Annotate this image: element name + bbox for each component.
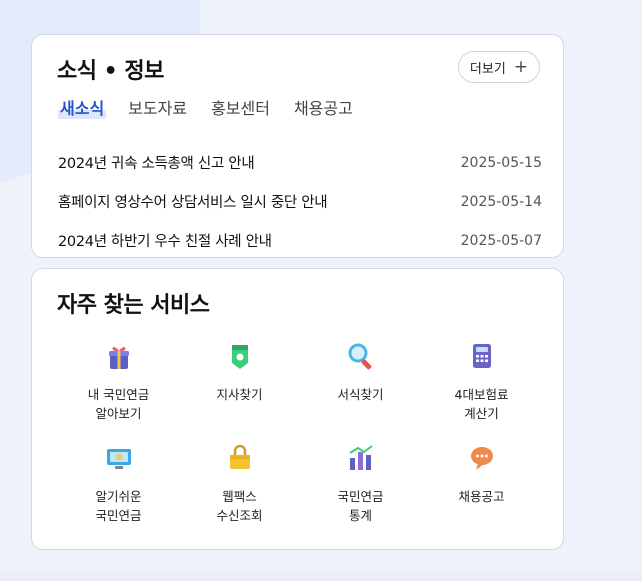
monitor-icon <box>106 449 131 469</box>
news-card-title: 소식 • 정보 <box>57 59 164 84</box>
service-recruitment[interactable]: 채용공고 <box>421 441 542 543</box>
service-label: 알기쉬운 국민연금 <box>95 489 142 523</box>
service-label: 4대보험료 계산기 <box>454 387 509 421</box>
lock-folder-icon <box>229 444 250 469</box>
background-bottom-band <box>0 567 642 581</box>
service-label: 웹팩스 수신조회 <box>216 489 263 523</box>
gift-icon <box>108 347 129 369</box>
news-list-item[interactable]: 2024년 귀속 소득총액 신고 안내 2025-05-15 <box>58 143 542 182</box>
service-label: 지사찾기 <box>216 387 263 402</box>
calculator-icon <box>472 344 491 368</box>
service-find-forms[interactable]: 서식찾기 <box>300 339 421 441</box>
location-badge-icon <box>231 345 248 369</box>
magnifier-icon <box>348 343 371 370</box>
service-label: 서식찾기 <box>337 387 384 402</box>
service-label: 내 국민연금 알아보기 <box>87 387 150 421</box>
news-item-date: 2025-05-14 <box>460 193 542 210</box>
news-card: 소식 • 정보 더보기 + 새소식 보도자료 홍보센터 채용공고 2024년 귀… <box>31 34 564 258</box>
news-list-item[interactable]: 2024년 하반기 우수 친절 사례 안내 2025-05-07 <box>58 221 542 260</box>
more-button[interactable]: 더보기 + <box>458 51 540 83</box>
services-grid: 내 국민연금 알아보기 지사찾기 서식찾기 4대보험료 계산기 알기쉬운 국민연… <box>58 339 542 543</box>
tab-press-release[interactable]: 보도자료 <box>126 99 189 119</box>
news-item-title[interactable]: 2024년 귀속 소득총액 신고 안내 <box>58 152 255 173</box>
news-item-title[interactable]: 2024년 하반기 우수 친절 사례 안내 <box>58 230 272 251</box>
service-insurance-calculator[interactable]: 4대보험료 계산기 <box>421 339 542 441</box>
tab-promotion-center[interactable]: 홍보센터 <box>209 99 272 119</box>
tab-recruitment[interactable]: 채용공고 <box>292 99 355 119</box>
plus-icon: + <box>513 56 529 77</box>
frequent-services-card: 자주 찾는 서비스 내 국민연금 알아보기 지사찾기 서식찾기 4대보험료 계산… <box>31 268 564 550</box>
service-label: 채용공고 <box>458 489 505 504</box>
more-button-label: 더보기 <box>469 61 506 77</box>
bar-chart-icon <box>348 445 373 470</box>
news-list-item[interactable]: 홈페이지 영상수어 상담서비스 일시 중단 안내 2025-05-14 <box>58 182 542 221</box>
news-item-date: 2025-05-15 <box>460 154 542 171</box>
service-find-branch[interactable]: 지사찾기 <box>179 339 300 441</box>
services-card-title: 자주 찾는 서비스 <box>57 293 210 318</box>
news-item-date: 2025-05-07 <box>460 232 542 249</box>
news-list: 2024년 귀속 소득총액 신고 안내 2025-05-15 홈페이지 영상수어… <box>58 143 542 260</box>
speech-bubble-icon <box>470 447 493 470</box>
service-label: 국민연금 통계 <box>337 489 384 523</box>
service-pension-statistics[interactable]: 국민연금 통계 <box>300 441 421 543</box>
news-tabs: 새소식 보도자료 홍보센터 채용공고 <box>58 99 355 119</box>
tab-new-news[interactable]: 새소식 <box>58 99 107 119</box>
service-webfax[interactable]: 웹팩스 수신조회 <box>179 441 300 543</box>
service-my-pension[interactable]: 내 국민연금 알아보기 <box>58 339 179 441</box>
service-easy-pension[interactable]: 알기쉬운 국민연금 <box>58 441 179 543</box>
news-item-title[interactable]: 홈페이지 영상수어 상담서비스 일시 중단 안내 <box>58 191 328 212</box>
